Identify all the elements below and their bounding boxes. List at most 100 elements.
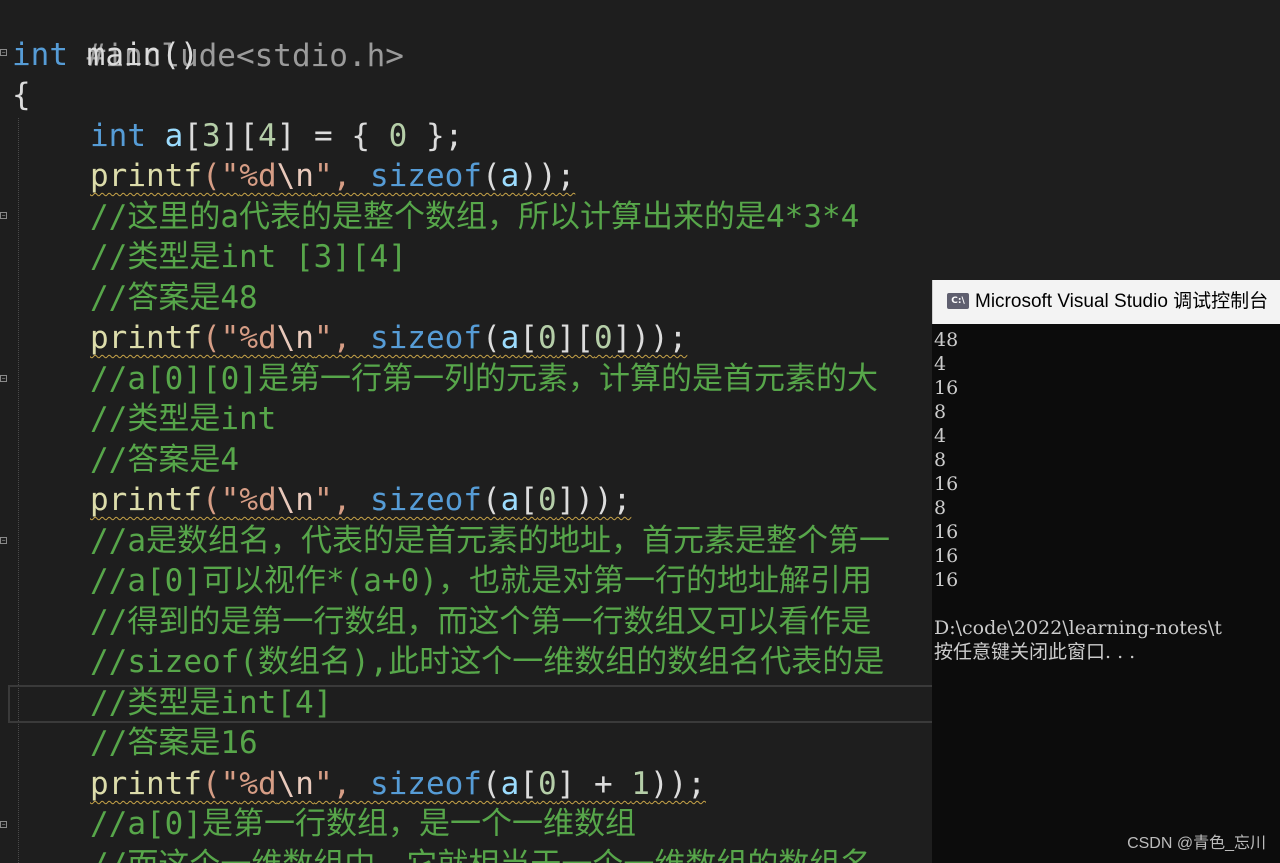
- code-line-1[interactable]: #include<stdio.h>: [12, 0, 404, 74]
- string: (": [201, 482, 240, 518]
- escape-sequence: \n: [276, 158, 314, 194]
- code-line-7[interactable]: //类型是int [3][4]: [12, 237, 407, 278]
- console-output-line: 16: [934, 521, 959, 543]
- code-line-5[interactable]: printf("%d\n", sizeof(a));: [12, 156, 575, 197]
- number: 0: [537, 766, 557, 802]
- console-output-line: 16: [934, 377, 959, 399]
- console-output-line: 16: [934, 545, 959, 567]
- fold-toggle-main[interactable]: −: [0, 49, 7, 56]
- number: 0: [537, 482, 557, 518]
- code-text: [: [183, 118, 203, 154]
- code-text: {: [12, 77, 31, 113]
- debug-console-window[interactable]: C:\ Microsoft Visual Studio 调试控制台 48 4 16 8…: [932, 280, 1280, 863]
- identifier: a: [500, 320, 520, 356]
- code-line-15[interactable]: //a[0]可以视作*(a+0)，也就是对第一行的地址解引用: [12, 561, 872, 602]
- code-line-3[interactable]: {: [12, 75, 31, 116]
- code-text: ] = {: [276, 118, 389, 154]
- escape-sequence: \n: [276, 766, 314, 802]
- number: 3: [202, 118, 221, 154]
- console-output-line: D:\code\2022\learning-notes\t: [934, 617, 1222, 639]
- code-line-13[interactable]: printf("%d\n", sizeof(a[0]));: [12, 480, 631, 521]
- code-line-10[interactable]: //a[0][0]是第一行第一列的元素，计算的是首元素的大: [12, 359, 878, 400]
- console-output-line: 8: [934, 449, 947, 471]
- comment: //类型是int: [90, 401, 277, 437]
- comment: //答案是4: [90, 442, 239, 478]
- identifier: a: [500, 158, 520, 194]
- console-output-line: 4: [934, 353, 947, 375]
- number: 1: [631, 766, 650, 802]
- code-text: (: [481, 482, 501, 518]
- console-output-line: 16: [934, 473, 959, 495]
- keyword: sizeof: [369, 766, 482, 802]
- format-specifier: %d: [239, 320, 277, 356]
- format-specifier: %d: [239, 482, 277, 518]
- comment: //得到的是第一行数组，而这个第一行数组又可以看作是: [90, 604, 872, 640]
- format-specifier: %d: [239, 766, 277, 802]
- console-titlebar[interactable]: C:\ Microsoft Visual Studio 调试控制台: [932, 280, 1280, 324]
- code-line-17[interactable]: //sizeof(数组名),此时这个一维数组的数组名代表的是: [12, 642, 884, 683]
- console-output-line: 48: [934, 329, 959, 351]
- code-text: [: [519, 320, 538, 356]
- code-line-12[interactable]: //答案是4: [12, 440, 239, 481]
- fold-toggle-comment-4[interactable]: −: [0, 821, 7, 828]
- comment: //a[0]是第一行数组，是一个一维数组: [90, 806, 636, 842]
- code-text: [: [519, 482, 538, 518]
- console-output: 48 4 16 8 4 8 16 8 16 16 16 D:\code\2022\learning-n…: [934, 328, 1280, 664]
- comment: //类型是int[4]: [90, 685, 333, 721]
- keyword: sizeof: [369, 482, 482, 518]
- keyword: sizeof: [369, 158, 482, 194]
- string: (": [201, 158, 240, 194]
- comment: //答案是16: [90, 725, 258, 761]
- code-line-14[interactable]: //a是数组名，代表的是首元素的地址，首元素是整个第一: [12, 521, 890, 562]
- code-line-22[interactable]: //而这个一维数组中，它就相当于一个一维数组的数组名: [12, 845, 871, 863]
- console-output-line: 8: [934, 401, 947, 423]
- identifier: a: [500, 482, 520, 518]
- comment: //而这个一维数组中，它就相当于一个一维数组的数组名: [90, 847, 871, 863]
- code-text: ]));: [556, 482, 632, 518]
- comment: //类型是int [3][4]: [90, 239, 407, 275]
- comment: //这里的a代表的是整个数组，所以计算出来的是4*3*4: [90, 199, 860, 235]
- identifier: a: [500, 766, 520, 802]
- code-line-6[interactable]: //这里的a代表的是整个数组，所以计算出来的是4*3*4: [12, 197, 859, 238]
- code-line-9[interactable]: printf("%d\n", sizeof(a[0][0]));: [12, 318, 687, 359]
- code-line-19[interactable]: //答案是16: [12, 723, 258, 764]
- code-line-21[interactable]: //a[0]是第一行数组，是一个一维数组: [12, 804, 636, 845]
- comment: //a是数组名，代表的是首元素的地址，首元素是整个第一: [90, 523, 890, 559]
- code-text: ));: [649, 766, 706, 802]
- code-line-2[interactable]: int main(): [12, 35, 199, 76]
- code-text: ][: [220, 118, 259, 154]
- code-line-11[interactable]: //类型是int: [12, 399, 276, 440]
- code-text: (: [481, 320, 501, 356]
- code-line-8[interactable]: //答案是48: [12, 278, 258, 319]
- code-line-18[interactable]: //类型是int[4]: [12, 683, 332, 724]
- code-text: ][: [556, 320, 594, 356]
- number: 0: [593, 320, 613, 356]
- code-line-16[interactable]: //得到的是第一行数组，而这个第一行数组又可以看作是: [12, 602, 871, 643]
- code-text: ));: [519, 158, 576, 194]
- code-text: };: [407, 118, 464, 154]
- keyword: sizeof: [369, 320, 482, 356]
- function-name: printf: [90, 766, 202, 802]
- code-text: ]));: [612, 320, 688, 356]
- fold-toggle-comment-2[interactable]: −: [0, 375, 7, 382]
- format-specifier: %d: [239, 158, 277, 194]
- escape-sequence: \n: [276, 482, 314, 518]
- code-line-4[interactable]: int a[3][4] = { 0 };: [12, 116, 463, 157]
- comment: //sizeof(数组名),此时这个一维数组的数组名代表的是: [90, 644, 885, 680]
- number: 4: [258, 118, 277, 154]
- fold-toggle-comment-3[interactable]: −: [0, 537, 7, 544]
- code-line-20[interactable]: printf("%d\n", sizeof(a[0] + 1));: [12, 764, 706, 805]
- code-text: main(): [68, 37, 199, 73]
- string: ",: [313, 766, 370, 802]
- string: (": [201, 766, 240, 802]
- string: ",: [313, 158, 370, 194]
- string: (": [201, 320, 240, 356]
- comment: //a[0][0]是第一行第一列的元素，计算的是首元素的大: [90, 361, 878, 397]
- vs-console-icon: C:\: [947, 293, 969, 309]
- watermark: CSDN @青色_忘川: [1127, 835, 1266, 852]
- function-name: printf: [90, 320, 202, 356]
- console-title: Microsoft Visual Studio 调试控制台: [975, 291, 1269, 312]
- fold-toggle-comment-1[interactable]: −: [0, 212, 7, 219]
